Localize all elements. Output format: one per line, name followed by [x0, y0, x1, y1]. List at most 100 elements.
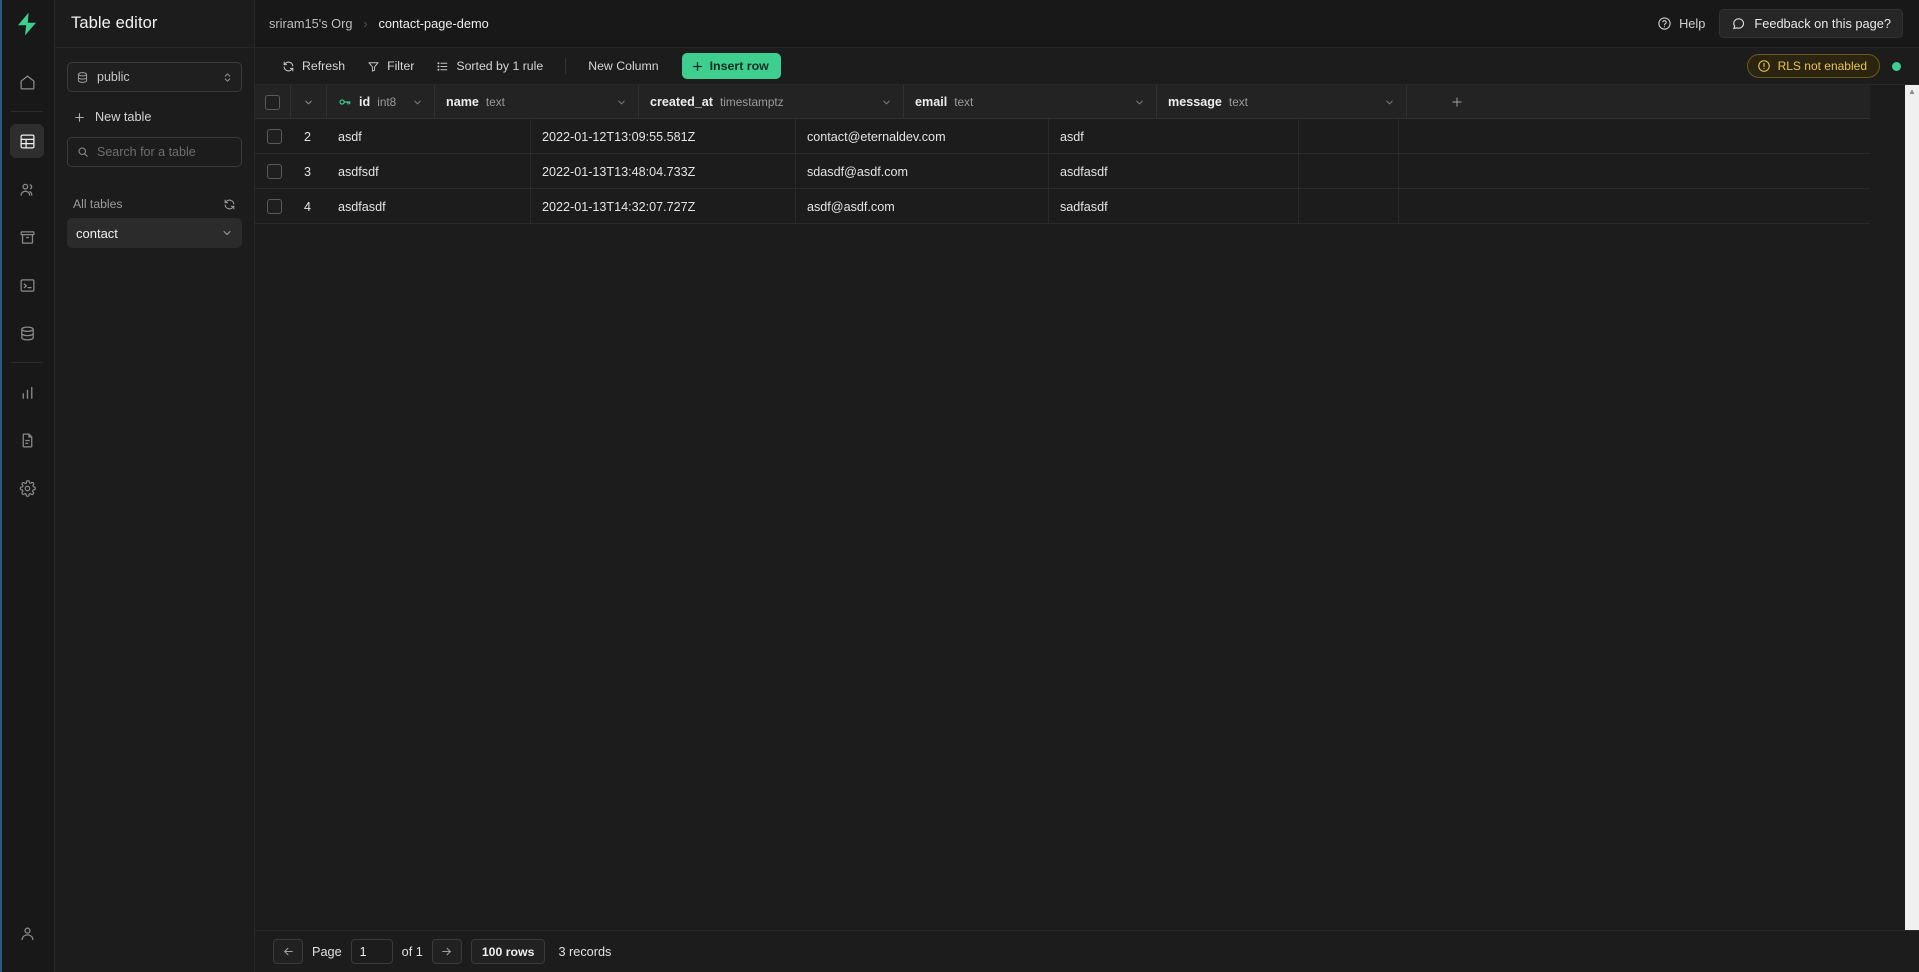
sort-button[interactable]: Sorted by 1 rule [427, 54, 552, 78]
cell-name[interactable]: asdf [327, 119, 531, 154]
column-name: id [359, 95, 371, 109]
column-type: int8 [377, 95, 397, 109]
rail-item-reports[interactable] [10, 375, 44, 409]
chevron-down-icon[interactable] [221, 227, 233, 239]
chevron-updown-icon [222, 71, 233, 84]
row-checkbox[interactable] [267, 199, 282, 214]
breadcrumb: sriram15's Org › contact-page-demo [269, 16, 489, 31]
previous-page-button[interactable] [273, 939, 303, 964]
refresh-icon[interactable] [223, 198, 236, 211]
app-root: Table editor public New table Search for… [0, 0, 1919, 972]
chevron-down-icon[interactable] [1384, 97, 1395, 108]
row-select-cell[interactable]: 3 [255, 154, 327, 189]
horizontal-scrollbar[interactable] [255, 928, 1919, 930]
supabase-logo[interactable] [0, 0, 55, 48]
page-title: Table editor [71, 14, 158, 32]
primary-nav-rail [0, 0, 55, 972]
filter-button[interactable]: Filter [358, 54, 423, 78]
grid-toolbar: Refresh Filter Sorted by 1 rule New Colu… [255, 48, 1919, 85]
rail-item-storage[interactable] [10, 220, 44, 254]
rail-item-account[interactable] [10, 916, 44, 950]
table-list-item-contact[interactable]: contact [67, 218, 242, 248]
rows-per-page-button[interactable]: 100 rows [470, 939, 546, 964]
schema-value: public [97, 70, 130, 84]
page-number-input[interactable] [350, 939, 393, 964]
insert-row-button[interactable]: Insert row [681, 53, 781, 79]
row-select-cell[interactable]: 4 [255, 189, 327, 224]
help-button[interactable]: Help [1657, 16, 1705, 31]
help-label: Help [1679, 16, 1706, 31]
table-row[interactable]: 3 asdfsdf 2022-01-13T13:48:04.733Z sdasd… [255, 154, 1870, 189]
cell-message[interactable]: sadfasdf [1049, 189, 1299, 224]
column-header-created-at[interactable]: created_at timestamptz [639, 85, 904, 119]
column-header-email[interactable]: email text [904, 85, 1157, 119]
select-all-checkbox[interactable] [265, 94, 280, 110]
table-search-box[interactable] [67, 137, 242, 167]
rail-edge-accent [0, 0, 2, 972]
table-row[interactable]: 2 asdf 2022-01-12T13:09:55.581Z contact@… [255, 119, 1870, 154]
rail-item-settings[interactable] [10, 471, 44, 505]
cell-id: 4 [304, 199, 312, 214]
cell-filler [1299, 119, 1399, 154]
cell-created-at[interactable]: 2022-01-13T14:32:07.727Z [531, 189, 796, 224]
rail-item-database[interactable] [10, 316, 44, 350]
question-circle-icon [1657, 16, 1672, 31]
arrow-right-icon [440, 945, 453, 958]
rows-per-page-label: 100 rows [481, 944, 535, 959]
new-column-button[interactable]: New Column [579, 54, 667, 78]
column-header-name[interactable]: name text [435, 85, 639, 119]
column-type: timestamptz [720, 95, 784, 109]
chevron-down-icon[interactable] [616, 97, 627, 108]
row-checkbox[interactable] [267, 129, 282, 144]
cell-message[interactable]: asdfasdf [1049, 154, 1299, 189]
column-name: email [915, 95, 948, 109]
cell-email[interactable]: contact@eternaldev.com [796, 119, 1049, 154]
column-header-id[interactable]: id int8 [327, 85, 435, 119]
rail-item-table-editor[interactable] [10, 124, 44, 158]
plus-icon [73, 111, 86, 124]
search-icon [77, 146, 89, 158]
sort-label: Sorted by 1 rule [456, 59, 544, 73]
cell-created-at[interactable]: 2022-01-12T13:09:55.581Z [531, 119, 796, 154]
new-table-button[interactable]: New table [67, 100, 242, 134]
chevron-down-icon[interactable] [412, 97, 423, 108]
chevron-down-icon[interactable] [1134, 97, 1145, 108]
scroll-up-arrow[interactable]: ▲ [1905, 85, 1919, 97]
cell-message[interactable]: asdf [1049, 119, 1299, 154]
add-column-button[interactable] [1407, 85, 1507, 119]
list-icon [436, 60, 449, 73]
row-select-cell[interactable]: 2 [255, 119, 327, 154]
rail-item-authentication[interactable] [10, 172, 44, 206]
rail-item-home[interactable] [10, 65, 44, 99]
column-name: message [1168, 95, 1222, 109]
column-header-message[interactable]: message text [1157, 85, 1407, 119]
breadcrumb-org[interactable]: sriram15's Org [269, 16, 353, 31]
column-name: created_at [650, 95, 714, 109]
record-count-label: 3 records [558, 944, 612, 959]
rail-item-logs[interactable] [10, 423, 44, 457]
cell-email[interactable]: sdasdf@asdf.com [796, 154, 1049, 189]
grid-header-row: id int8 name text created_at timestamptz… [255, 85, 1870, 119]
cell-created-at[interactable]: 2022-01-13T13:48:04.733Z [531, 154, 796, 189]
chevron-down-icon[interactable] [881, 97, 892, 108]
table-row[interactable]: 4 asdfasdf 2022-01-13T14:32:07.727Z asdf… [255, 189, 1870, 224]
rail-item-sql-editor[interactable] [10, 268, 44, 302]
vertical-scrollbar[interactable]: ▲ [1905, 85, 1919, 930]
column-type: text [954, 95, 974, 109]
cell-email[interactable]: asdf@asdf.com [796, 189, 1049, 224]
cell-name[interactable]: asdfsdf [327, 154, 531, 189]
row-checkbox[interactable] [267, 164, 282, 179]
feedback-button[interactable]: Feedback on this page? [1719, 9, 1903, 38]
next-page-button[interactable] [431, 939, 462, 964]
cell-name[interactable]: asdfasdf [327, 189, 531, 224]
column-name: name [446, 95, 479, 109]
refresh-button[interactable]: Refresh [273, 54, 354, 78]
search-input[interactable] [97, 145, 232, 159]
rls-status-badge[interactable]: RLS not enabled [1746, 54, 1880, 78]
row-menu-chevron-cell[interactable] [291, 85, 327, 119]
refresh-label: Refresh [302, 59, 346, 73]
schema-selector[interactable]: public [67, 62, 242, 92]
chevron-down-icon[interactable] [303, 97, 314, 108]
select-all-checkbox-cell[interactable] [255, 85, 291, 119]
breadcrumb-project[interactable]: contact-page-demo [379, 16, 489, 31]
